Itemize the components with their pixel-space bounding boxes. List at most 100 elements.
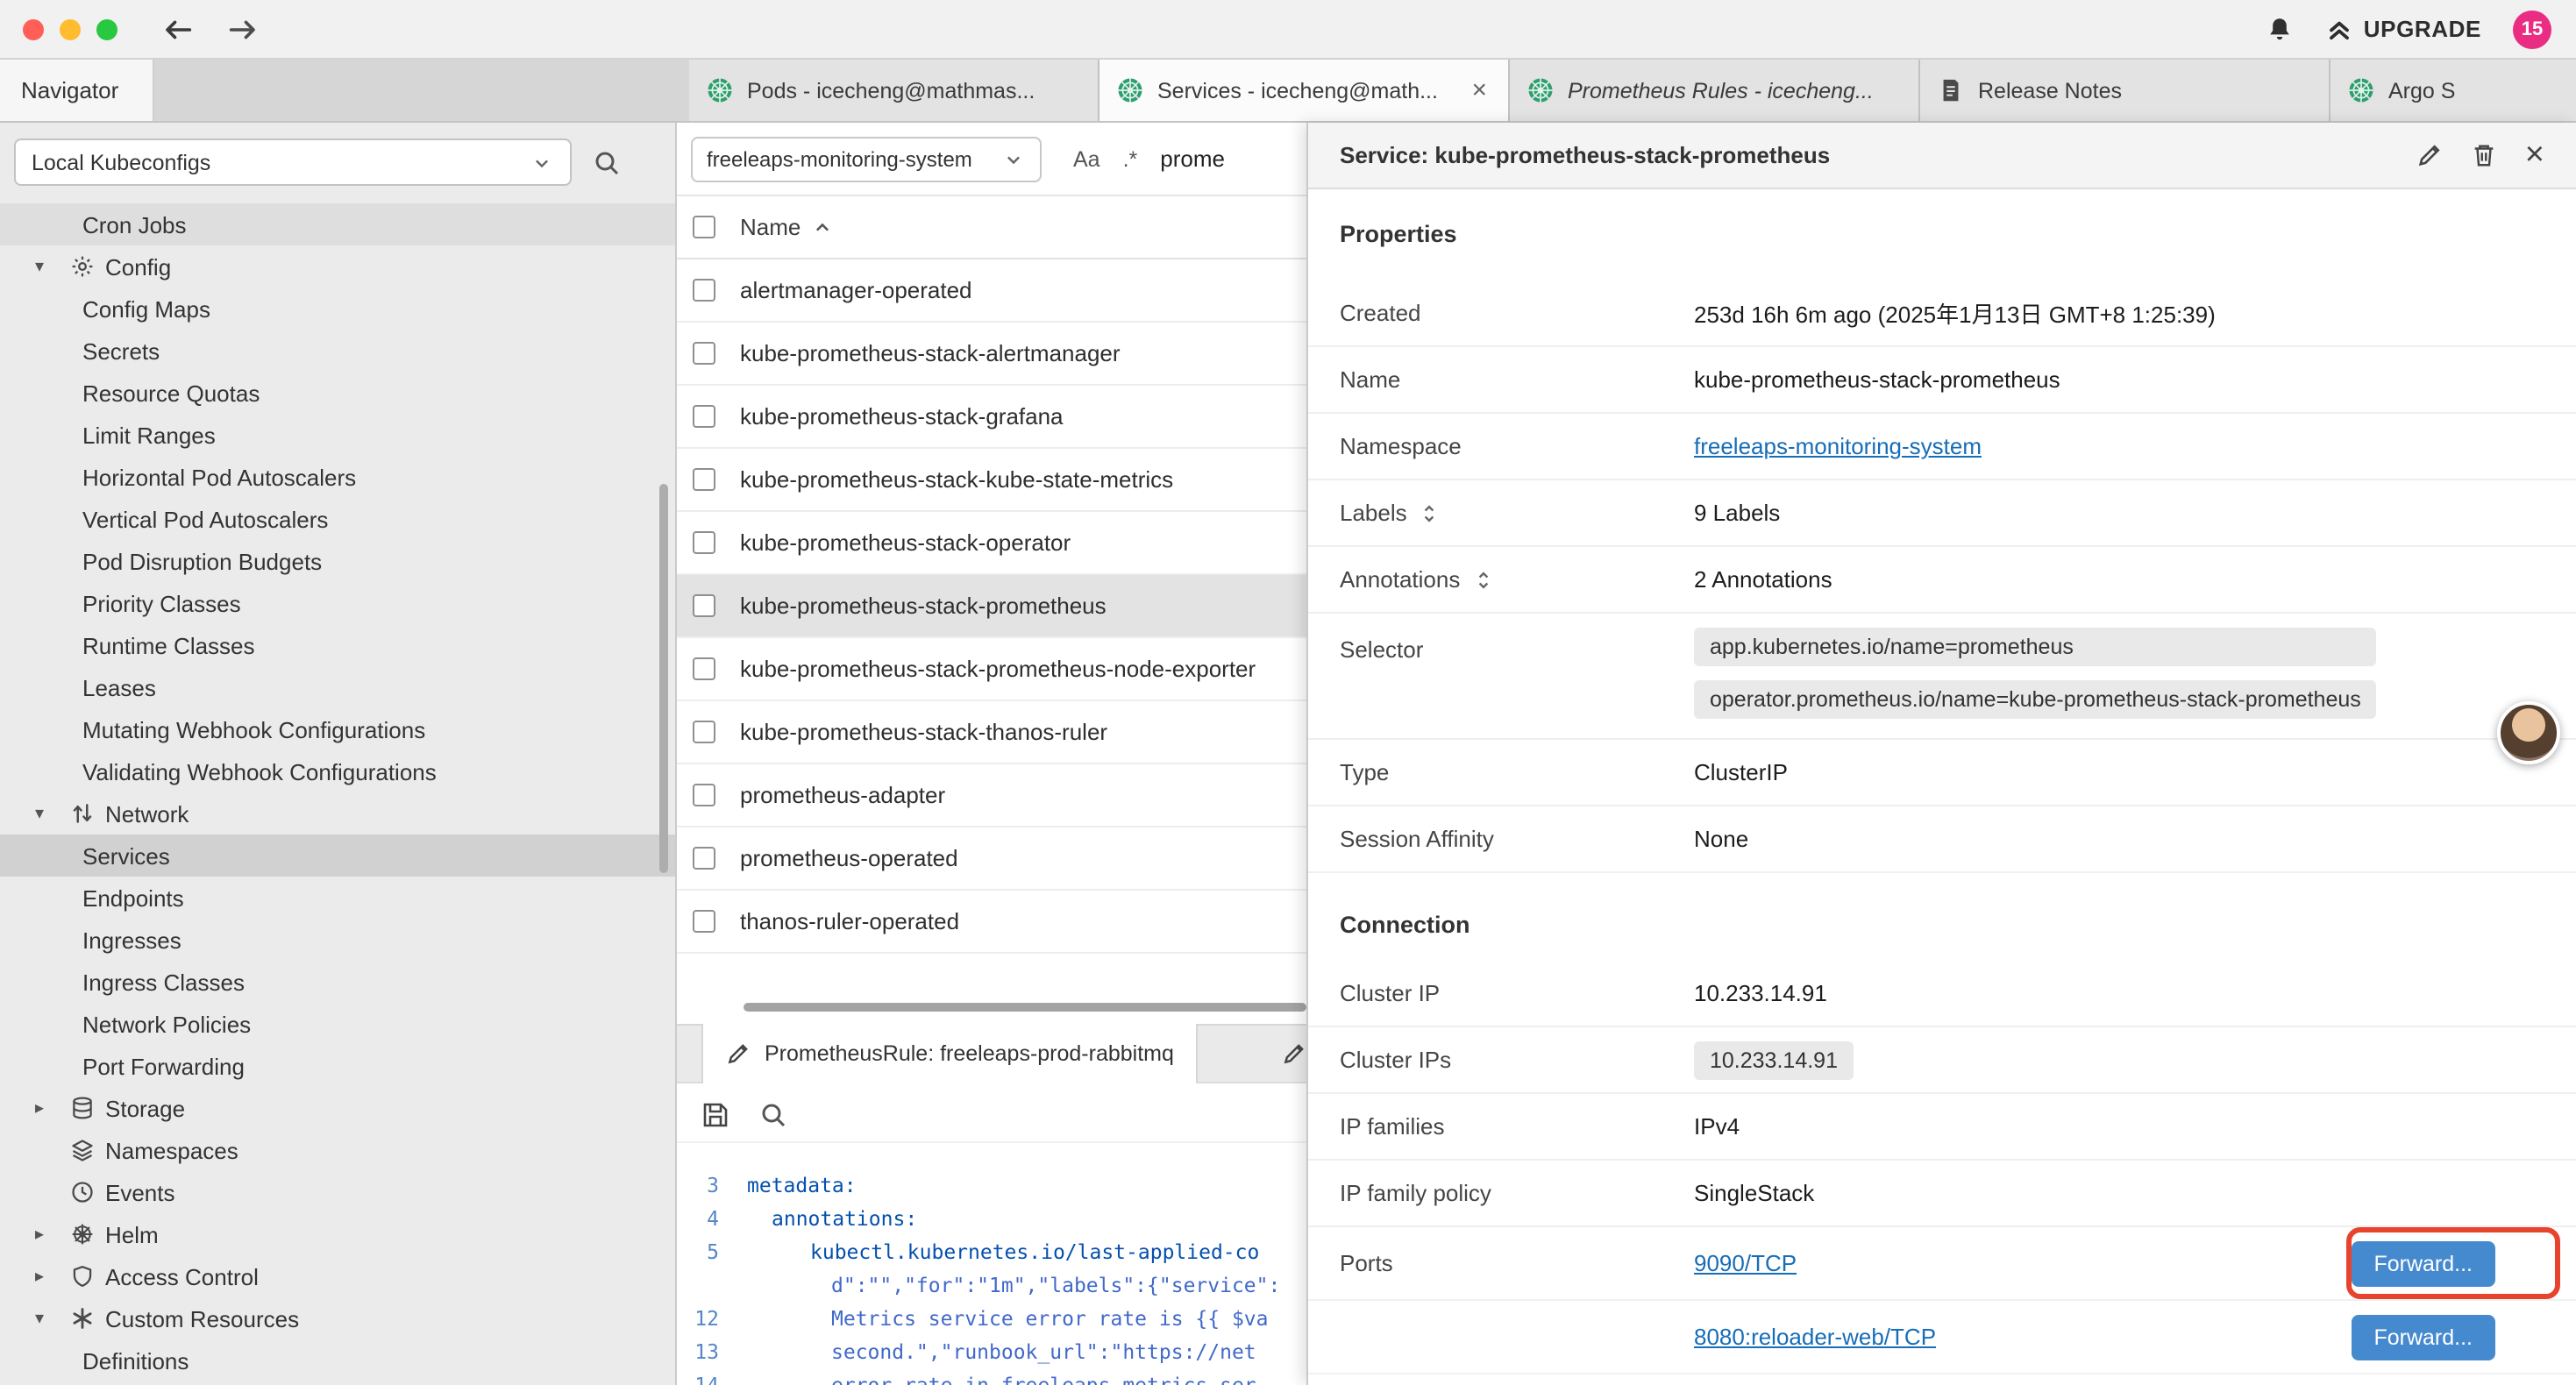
column-header-name[interactable]: Name bbox=[740, 214, 834, 240]
sidebar-item-storage[interactable]: ▸Storage bbox=[0, 1087, 675, 1129]
edit-pencil-icon[interactable] bbox=[2416, 142, 2443, 168]
sidebar-item-leases[interactable]: Leases bbox=[0, 666, 675, 708]
tab-services-icecheng-math[interactable]: Services - icecheng@math...× bbox=[1099, 60, 1510, 121]
row-checkbox[interactable] bbox=[693, 531, 715, 554]
regex-toggle[interactable]: .* bbox=[1123, 146, 1138, 171]
sidebar-item-mutating-webhook-configurations[interactable]: Mutating Webhook Configurations bbox=[0, 708, 675, 750]
kubeconfig-selector[interactable]: Local Kubeconfigs bbox=[14, 138, 572, 186]
table-row-prometheus-adapter[interactable]: prometheus-adapter bbox=[677, 764, 1306, 827]
sidebar-search-icon[interactable] bbox=[593, 148, 621, 176]
sidebar-item-port-forwarding[interactable]: Port Forwarding bbox=[0, 1045, 675, 1087]
table-row-kube-prometheus-stack-kube-state-metrics[interactable]: kube-prometheus-stack-kube-state-metrics bbox=[677, 449, 1306, 512]
match-case-toggle[interactable]: Aa bbox=[1073, 146, 1100, 171]
tab-close-icon[interactable]: × bbox=[1468, 75, 1491, 105]
editor-line: 12Metrics service error rate is {{ $va bbox=[677, 1301, 1306, 1334]
port-link-8080[interactable]: 8080:reloader-web/TCP bbox=[1694, 1324, 1936, 1350]
sidebar-item-network-policies[interactable]: Network Policies bbox=[0, 1003, 675, 1045]
sidebar-item-network[interactable]: ▾Network bbox=[0, 792, 675, 835]
table-row-kube-prometheus-stack-operator[interactable]: kube-prometheus-stack-operator bbox=[677, 512, 1306, 575]
select-all-checkbox[interactable] bbox=[693, 216, 715, 238]
horizontal-scrollbar[interactable] bbox=[744, 1003, 1306, 1012]
row-checkbox[interactable] bbox=[693, 657, 715, 680]
forward-arrow-icon[interactable] bbox=[226, 13, 258, 45]
namespace-link[interactable]: freeleaps-monitoring-system bbox=[1694, 433, 1982, 459]
notification-count-badge[interactable]: 15 bbox=[2513, 10, 2551, 48]
user-avatar[interactable] bbox=[2497, 701, 2560, 764]
sidebar-item-ingress-classes[interactable]: Ingress Classes bbox=[0, 961, 675, 1003]
row-checkbox[interactable] bbox=[693, 721, 715, 743]
save-icon[interactable] bbox=[701, 1100, 729, 1128]
line-text: annotations: bbox=[740, 1205, 917, 1230]
table-row-kube-prometheus-stack-prometheus-node-exporter[interactable]: kube-prometheus-stack-prometheus-node-ex… bbox=[677, 638, 1306, 701]
service-name: kube-prometheus-stack-alertmanager bbox=[740, 340, 1121, 366]
table-row-kube-prometheus-stack-alertmanager[interactable]: kube-prometheus-stack-alertmanager bbox=[677, 323, 1306, 386]
unfold-more-icon[interactable] bbox=[1470, 567, 1495, 592]
sidebar-item-limit-ranges[interactable]: Limit Ranges bbox=[0, 414, 675, 456]
namespace-filter-select[interactable]: freeleaps-monitoring-system bbox=[691, 136, 1042, 181]
notifications-bell-icon[interactable] bbox=[2266, 15, 2294, 43]
editor-line: 5kubectl.kubernetes.io/last-applied-co bbox=[677, 1234, 1306, 1268]
sidebar-item-cron-jobs[interactable]: Cron Jobs bbox=[0, 203, 675, 245]
tab-argo-s[interactable]: Argo S bbox=[2330, 60, 2576, 121]
table-row-thanos-ruler-operated[interactable]: thanos-ruler-operated bbox=[677, 891, 1306, 954]
sidebar-item-config[interactable]: ▾Config bbox=[0, 245, 675, 288]
table-row-kube-prometheus-stack-grafana[interactable]: kube-prometheus-stack-grafana bbox=[677, 386, 1306, 449]
minimize-window-button[interactable] bbox=[60, 18, 81, 39]
unfold-more-icon[interactable] bbox=[1418, 501, 1442, 525]
sidebar-item-endpoints[interactable]: Endpoints bbox=[0, 877, 675, 919]
sidebar-item-custom-resources[interactable]: ▾Custom Resources bbox=[0, 1297, 675, 1339]
sidebar-item-definitions[interactable]: Definitions bbox=[0, 1339, 675, 1381]
line-text: Metrics service error rate is {{ $va bbox=[740, 1305, 1269, 1330]
sidebar-item-vertical-pod-autoscalers[interactable]: Vertical Pod Autoscalers bbox=[0, 498, 675, 540]
port-link-9090[interactable]: 9090/TCP bbox=[1694, 1250, 1797, 1276]
table-row-prometheus-operated[interactable]: prometheus-operated bbox=[677, 827, 1306, 891]
upgrade-button[interactable]: UPGRADE bbox=[2325, 15, 2481, 43]
sidebar-item-label: Network bbox=[105, 800, 189, 827]
row-checkbox[interactable] bbox=[693, 279, 715, 302]
search-input[interactable] bbox=[1160, 146, 1286, 172]
row-checkbox[interactable] bbox=[693, 405, 715, 428]
cluster-icon bbox=[707, 77, 733, 103]
sidebar-item-resource-quotas[interactable]: Resource Quotas bbox=[0, 372, 675, 414]
table-row-alertmanager-operated[interactable]: alertmanager-operated bbox=[677, 259, 1306, 323]
sidebar-item-services[interactable]: Services bbox=[0, 835, 675, 877]
tab-release-notes[interactable]: Release Notes bbox=[1920, 60, 2330, 121]
sidebar-scrollbar[interactable] bbox=[659, 484, 668, 873]
line-number: 14 bbox=[677, 1372, 740, 1385]
sidebar-item-events[interactable]: Events bbox=[0, 1171, 675, 1213]
tab-pods-icecheng-mathmas[interactable]: Pods - icecheng@mathmas... bbox=[689, 60, 1099, 121]
trash-icon[interactable] bbox=[2471, 142, 2497, 168]
sidebar-item-ingresses[interactable]: Ingresses bbox=[0, 919, 675, 961]
editor-tab-prometheusrule[interactable]: PrometheusRule: freeleaps-prod-rabbitmq bbox=[701, 1024, 1199, 1083]
tab-prometheus-rules-icecheng[interactable]: Prometheus Rules - icecheng... bbox=[1510, 60, 1920, 121]
sidebar-item-runtime-classes[interactable]: Runtime Classes bbox=[0, 624, 675, 666]
editor-search-icon[interactable] bbox=[759, 1100, 787, 1128]
sidebar-item-config-maps[interactable]: Config Maps bbox=[0, 288, 675, 330]
row-checkbox[interactable] bbox=[693, 594, 715, 617]
forward-button-9090[interactable]: Forward... bbox=[2351, 1240, 2495, 1286]
table-row-kube-prometheus-stack-prometheus[interactable]: kube-prometheus-stack-prometheus bbox=[677, 575, 1306, 638]
close-icon[interactable]: × bbox=[2525, 138, 2544, 172]
forward-button-8080[interactable]: Forward... bbox=[2351, 1314, 2495, 1360]
sidebar-item-access-control[interactable]: ▸Access Control bbox=[0, 1255, 675, 1297]
sidebar-item-validating-webhook-configurations[interactable]: Validating Webhook Configurations bbox=[0, 750, 675, 792]
sidebar-item-namespaces[interactable]: Namespaces bbox=[0, 1129, 675, 1171]
back-arrow-icon[interactable] bbox=[163, 13, 195, 45]
row-checkbox[interactable] bbox=[693, 910, 715, 933]
sidebar-item-helm[interactable]: ▸Helm bbox=[0, 1213, 675, 1255]
maximize-window-button[interactable] bbox=[96, 18, 117, 39]
sidebar-item-horizontal-pod-autoscalers[interactable]: Horizontal Pod Autoscalers bbox=[0, 456, 675, 498]
close-window-button[interactable] bbox=[23, 18, 44, 39]
property-row-namespace: Namespace freeleaps-monitoring-system bbox=[1308, 414, 2576, 480]
table-row-kube-prometheus-stack-thanos-ruler[interactable]: kube-prometheus-stack-thanos-ruler bbox=[677, 701, 1306, 764]
row-checkbox[interactable] bbox=[693, 847, 715, 870]
yaml-editor[interactable]: 3metadata:4annotations:5kubectl.kubernet… bbox=[677, 1168, 1306, 1385]
service-name: thanos-ruler-operated bbox=[740, 908, 959, 934]
row-checkbox[interactable] bbox=[693, 342, 715, 365]
sidebar-item-priority-classes[interactable]: Priority Classes bbox=[0, 582, 675, 624]
sidebar-item-secrets[interactable]: Secrets bbox=[0, 330, 675, 372]
row-checkbox[interactable] bbox=[693, 468, 715, 491]
sidebar-item-pod-disruption-budgets[interactable]: Pod Disruption Budgets bbox=[0, 540, 675, 582]
row-checkbox[interactable] bbox=[693, 784, 715, 806]
editor-tab-partial[interactable] bbox=[1282, 1041, 1306, 1066]
